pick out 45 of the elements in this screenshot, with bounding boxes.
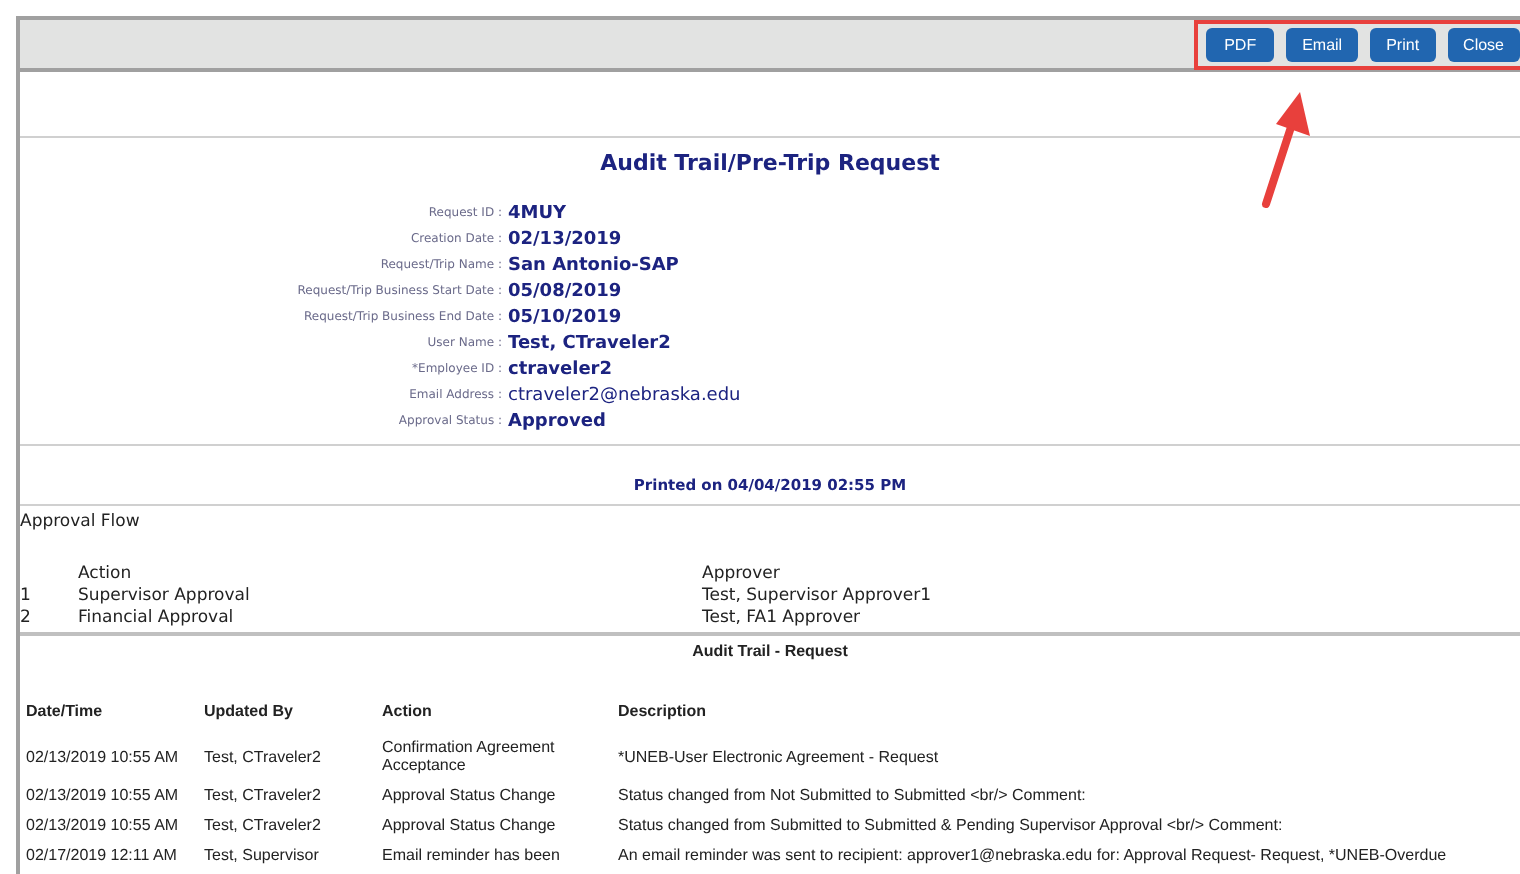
column-header: Action xyxy=(78,564,134,584)
toolbar-button[interactable]: Print xyxy=(1370,27,1436,61)
field-value: 4MUY xyxy=(508,203,569,223)
table-cell-text: Confirmation Agreement Acceptance xyxy=(382,738,557,774)
table-cell-text: An email reminder was sent to recipient: approver1@nebraska.edu for: Approval Request- Request, *UNEB-Overdue xyxy=(618,846,1449,864)
report-title: Audit Trail/Pre-Trip Request xyxy=(20,136,1520,176)
column-header: Approver xyxy=(702,564,782,584)
field-value: 05/10/2019 xyxy=(508,307,624,327)
column-header: Description xyxy=(618,702,709,720)
toolbar-button[interactable]: Close xyxy=(1447,27,1520,61)
field-value: ctraveler2 xyxy=(508,359,615,379)
table-cell-text: Email reminder has been xyxy=(382,846,562,864)
table-cell-text: 02/13/2019 10:55 AM xyxy=(26,816,181,834)
table-cell-text: Test, CTraveler2 xyxy=(204,747,323,765)
table-cell-text: *UNEB-User Electronic Agreement - Request xyxy=(618,747,941,765)
table-cell-text: Test, Supervisor Approver1 xyxy=(702,586,934,606)
toolbar-button[interactable]: Email xyxy=(1286,27,1359,61)
column-header: Action xyxy=(382,702,434,720)
row-number: 2 xyxy=(20,608,33,628)
row-number: 1 xyxy=(20,586,33,606)
column-header: Date/Time xyxy=(26,702,105,720)
table-cell-text: Test, Supervisor xyxy=(204,846,321,864)
arrow xyxy=(1256,88,1316,208)
table-cell-text: 02/13/2019 10:55 AM xyxy=(26,786,181,804)
table-cell-text: Status changed from Submitted to Submitted & Pending Supervisor Approval <br/> Comment: xyxy=(618,816,1285,834)
column-header: Updated By xyxy=(204,702,295,720)
section-title: Approval Flow xyxy=(20,510,142,532)
table-cell-text: Test, CTraveler2 xyxy=(204,816,323,834)
table-cell-text: Test, FA1 Approver xyxy=(702,608,863,628)
field-value: Test, CTraveler2 xyxy=(508,333,673,353)
table-cell-text: Test, CTraveler2 xyxy=(204,786,323,804)
table-cell-text: 02/17/2019 12:11 AM xyxy=(26,846,179,864)
table-cell-text: Approval Status Change xyxy=(382,786,558,804)
table-cell-text: Supervisor Approval xyxy=(78,586,252,606)
section-title: Audit Trail - Request xyxy=(690,640,850,660)
toolbar-button[interactable]: PDF xyxy=(1206,27,1275,61)
table-cell-text: Status changed from Not Submitted to Submitted <br/> Comment: xyxy=(618,786,1088,804)
field-value: Approved xyxy=(508,411,608,431)
field-value: 02/13/2019 xyxy=(508,229,624,249)
table-cell-text: Approval Status Change xyxy=(382,816,558,834)
table-cell-text: Financial Approval xyxy=(78,608,236,628)
field-value: San Antonio-SAP xyxy=(508,255,681,275)
field-value: 05/08/2019 xyxy=(508,281,624,301)
field-value: ctraveler2@nebraska.edu xyxy=(508,385,743,405)
table-cell-text: 02/13/2019 10:55 AM xyxy=(26,747,181,765)
